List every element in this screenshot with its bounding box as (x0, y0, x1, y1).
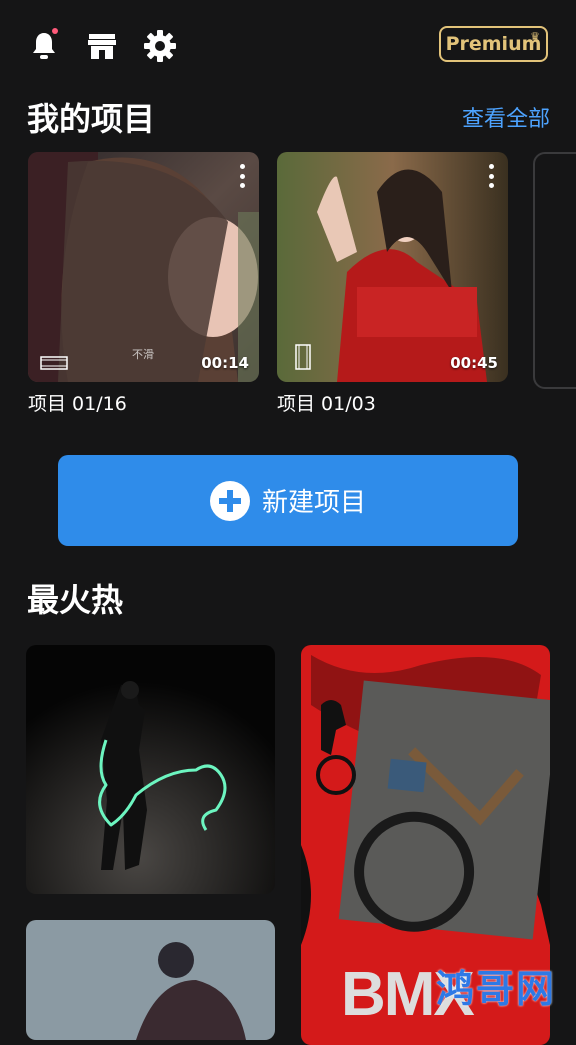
template-card[interactable] (26, 645, 275, 894)
top-bar: Premium ♛ (0, 0, 576, 90)
project-thumbnail (277, 152, 508, 382)
film-strip-icon (40, 356, 68, 370)
settings-button[interactable] (140, 26, 180, 66)
bell-icon (33, 33, 55, 59)
project-label: 项目 01/16 (28, 393, 127, 415)
project-duration: 00:45 (450, 354, 498, 372)
store-icon (88, 34, 116, 59)
premium-button[interactable]: Premium ♛ (439, 26, 548, 62)
new-project-label: 新建项目 (261, 488, 366, 518)
site-logo-watermark: 鸿哥网 (436, 967, 557, 1011)
project-duration: 00:14 (201, 354, 249, 372)
project-card[interactable]: 00:45 (277, 152, 508, 382)
my-projects-title: 我的项目 (27, 100, 156, 138)
notification-dot (52, 28, 58, 34)
view-all-link[interactable]: 查看全部 (462, 101, 550, 133)
project-card[interactable]: 不滑 00:14 (28, 152, 259, 382)
template-thumbnail (26, 645, 275, 894)
more-options-icon[interactable] (488, 164, 494, 188)
film-strip-icon (295, 344, 311, 370)
template-card[interactable] (26, 920, 275, 1040)
notifications-button[interactable] (24, 26, 64, 66)
project-card-partial[interactable] (533, 152, 576, 389)
thumbnail-text: 不滑 (132, 348, 154, 361)
store-button[interactable] (82, 26, 122, 66)
hot-section-title: 最火热 (27, 581, 124, 619)
premium-label: Premium (445, 33, 542, 55)
project-label: 项目 01/03 (277, 393, 376, 415)
more-options-icon[interactable] (239, 164, 245, 188)
template-thumbnail (26, 920, 275, 1040)
crown-icon: ♛ (530, 30, 540, 43)
gear-icon (144, 30, 176, 62)
new-project-button[interactable]: 新建项目 (58, 455, 518, 546)
plus-icon (209, 480, 250, 521)
